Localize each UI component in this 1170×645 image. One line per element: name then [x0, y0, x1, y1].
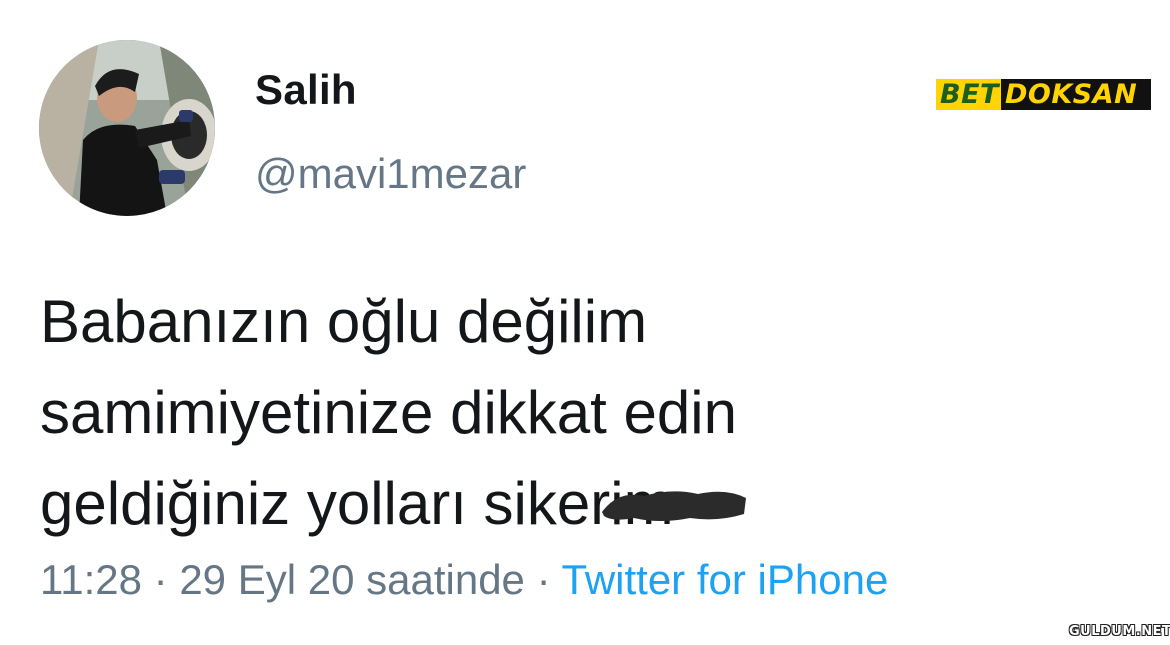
tweet-meta: 11:28 · 29 Eyl 20 saatinde · Twitter for…: [40, 556, 888, 604]
tweet-card: Salih @mavi1mezar BET DOKSAN Babanızın oğ…: [0, 0, 1170, 645]
tweet-source-link[interactable]: Twitter for iPhone: [561, 556, 888, 603]
tweet-text-line: samimiyetinize dikkat edin: [40, 379, 737, 446]
meta-separator: ·: [142, 556, 180, 603]
tweet-text-line: Babanızın oğlu değilim: [40, 288, 648, 355]
betdoksan-logo: BET DOKSAN: [936, 79, 1151, 110]
avatar-photo: [39, 40, 215, 216]
redaction-scribble-icon: [602, 491, 746, 521]
user-handle[interactable]: @mavi1mezar: [255, 150, 526, 198]
watermark: GULDUM.NET: [1069, 624, 1170, 639]
logo-part-bet: BET: [936, 79, 1001, 110]
tweet-time[interactable]: 11:28: [40, 556, 142, 603]
tweet-text-line: geldiğiniz yolları sikerim: [40, 470, 674, 537]
meta-separator: ·: [524, 556, 562, 603]
logo-part-doksan: DOKSAN: [1000, 79, 1151, 110]
tweet-text: Babanızın oğlu değilim samimiyetinize di…: [40, 276, 1140, 549]
avatar[interactable]: [39, 40, 215, 216]
display-name[interactable]: Salih: [255, 66, 357, 114]
tweet-date[interactable]: 29 Eyl 20 saatinde: [179, 556, 525, 603]
